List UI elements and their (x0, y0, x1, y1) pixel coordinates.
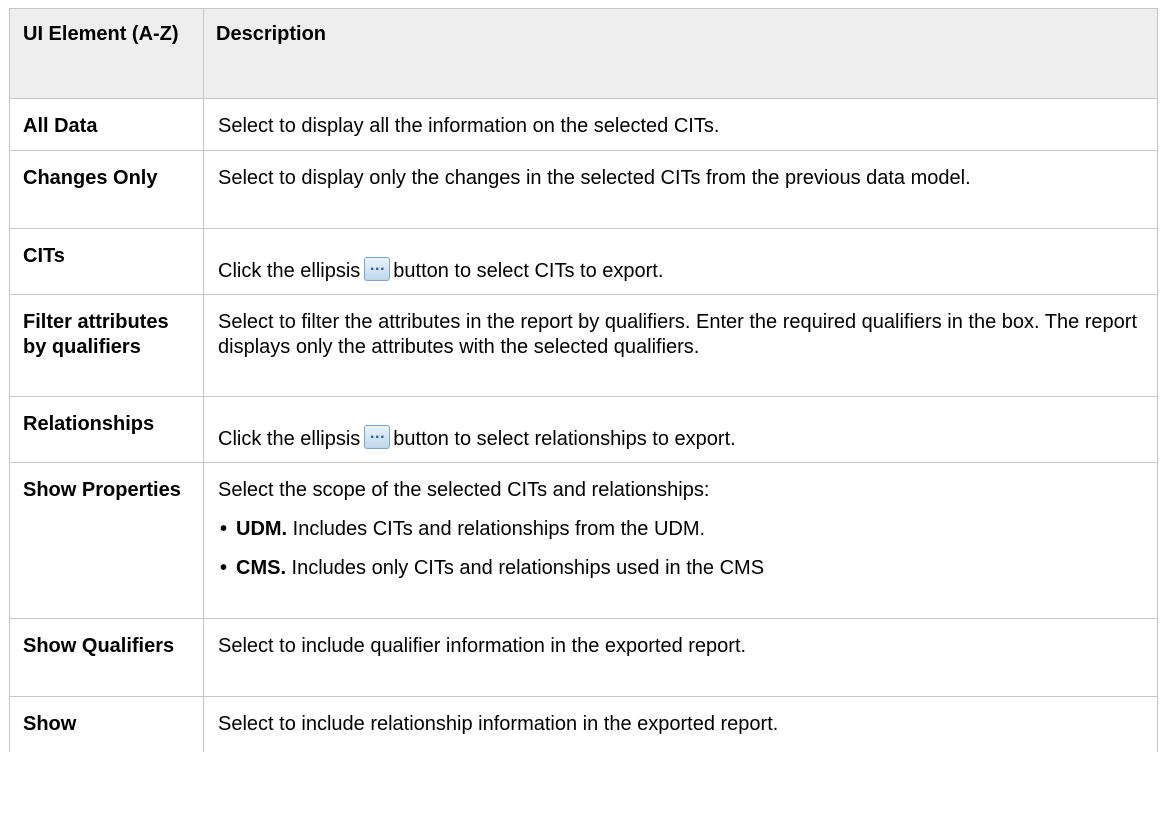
table-row: Changes Only Select to display only the … (9, 150, 1158, 229)
ui-element-description: Select to filter the attributes in the r… (203, 294, 1158, 397)
ui-element-name: Show Properties (9, 462, 204, 619)
description-intro: Select the scope of the selected CITs an… (218, 479, 710, 501)
list-item-term: UDM. (236, 518, 288, 540)
table-row: Show Properties Select the scope of the … (9, 462, 1158, 619)
column-header-ui-element: UI Element (A-Z) (9, 8, 204, 99)
ui-element-description: Select to display only the changes in th… (203, 150, 1158, 229)
ui-elements-table: UI Element (A-Z) Description All Data Se… (9, 8, 1158, 752)
ui-element-description: Click the ellipsis button to select relat… (203, 396, 1158, 463)
list-item-term: CMS. (236, 557, 286, 579)
ellipsis-button-icon (364, 423, 391, 449)
ui-element-name: CITs (9, 228, 204, 295)
ui-element-description: Select the scope of the selected CITs an… (203, 462, 1158, 619)
scope-list: UDM. Includes CITs and relationships fro… (218, 517, 1143, 581)
ui-element-description: Select to include relationship informati… (203, 696, 1158, 752)
description-prefix: Click the ellipsis (218, 260, 361, 282)
description-prefix: Click the ellipsis (218, 428, 361, 450)
ui-element-name: Changes Only (9, 150, 204, 229)
table-row: All Data Select to display all the infor… (9, 98, 1158, 151)
ui-element-name: Filter attributes by qualifiers (9, 294, 204, 397)
column-header-description: Description (203, 8, 1158, 99)
ui-element-name: All Data (9, 98, 204, 151)
table-row: Show Select to include relationship info… (9, 696, 1158, 752)
ui-element-name: Show Qualifiers (9, 618, 204, 697)
list-item: CMS. Includes only CITs and relationship… (218, 556, 1143, 581)
ui-element-description: Click the ellipsis button to select CITs … (203, 228, 1158, 295)
table-row: Show Qualifiers Select to include qualif… (9, 618, 1158, 697)
table-row: CITs Click the ellipsis button to select … (9, 228, 1158, 295)
description-suffix: button to select CITs to export. (393, 260, 664, 282)
ellipsis-button-icon (364, 255, 391, 281)
table-row: Relationships Click the ellipsis button t… (9, 396, 1158, 463)
description-suffix: button to select relationships to export… (393, 428, 736, 450)
ui-element-name: Show (9, 696, 204, 752)
ui-element-description: Select to include qualifier information … (203, 618, 1158, 697)
description-text: Click the ellipsis button to select CITs … (218, 255, 664, 284)
ui-element-name: Relationships (9, 396, 204, 463)
table-header-row: UI Element (A-Z) Description (9, 8, 1158, 99)
list-item-text: Includes CITs and relationships from the… (287, 518, 706, 540)
ui-element-description: Select to display all the information on… (203, 98, 1158, 151)
list-item-text: Includes only CITs and relationships use… (286, 557, 765, 579)
table-row: Filter attributes by qualifiers Select t… (9, 294, 1158, 397)
description-text: Click the ellipsis button to select relat… (218, 423, 736, 452)
list-item: UDM. Includes CITs and relationships fro… (218, 517, 1143, 542)
